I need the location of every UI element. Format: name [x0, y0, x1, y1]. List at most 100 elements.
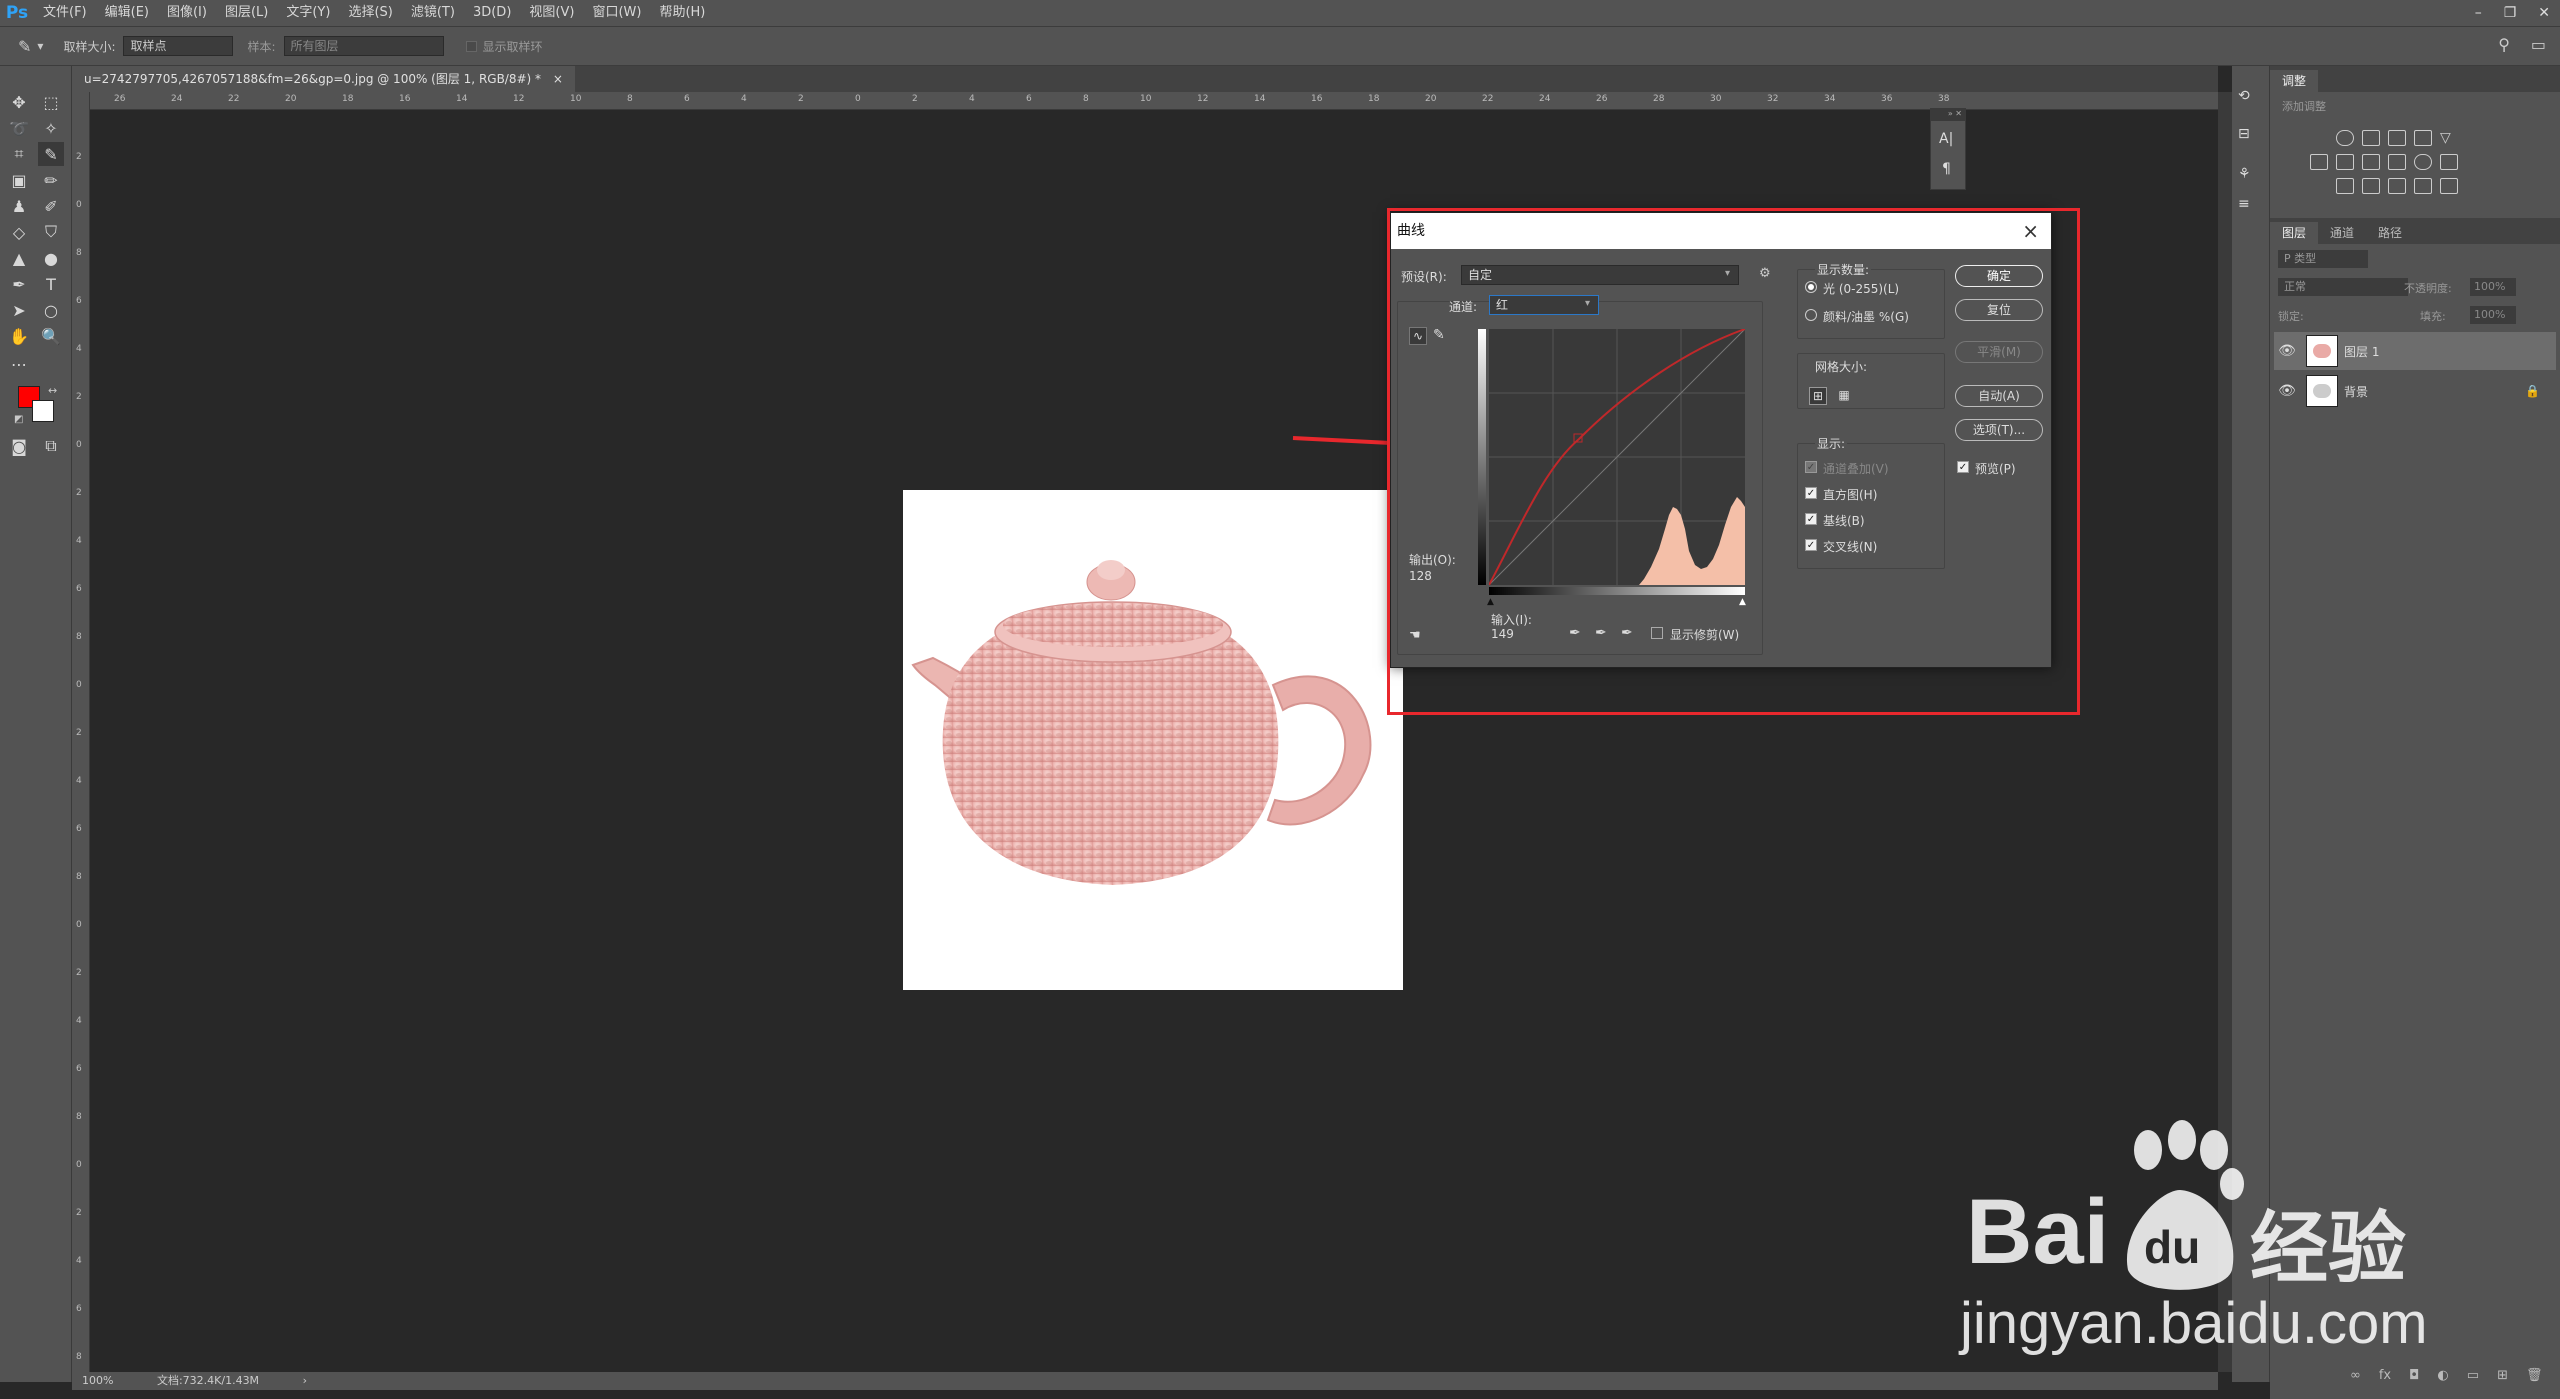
brush-tool-icon[interactable]: ✏: [38, 168, 64, 192]
menu-3d[interactable]: 3D(D): [464, 0, 520, 26]
properties-panel-icon[interactable]: ⊟: [2238, 126, 2250, 142]
hue-saturation-icon[interactable]: [2310, 154, 2328, 170]
paint-bucket-icon[interactable]: ⛉: [38, 220, 64, 244]
photo-filter-icon[interactable]: [2388, 154, 2406, 170]
visibility-eye-icon[interactable]: 👁: [2274, 383, 2300, 399]
default-colors-icon[interactable]: ◩: [14, 414, 23, 425]
layer-style-icon[interactable]: fx: [2379, 1368, 2391, 1383]
posterize-icon[interactable]: [2362, 178, 2380, 194]
layer-row[interactable]: 👁 背景 🔒: [2274, 372, 2556, 410]
tab-paths[interactable]: 路径: [2366, 222, 2414, 244]
vibrance-icon[interactable]: ▽: [2440, 130, 2458, 146]
character-icon[interactable]: A|: [1939, 131, 1953, 147]
brush-panel-icon[interactable]: ⚘: [2238, 166, 2251, 182]
hand-tool-icon[interactable]: ✋: [6, 324, 32, 348]
more-tools-icon[interactable]: ⋯: [6, 352, 32, 376]
new-adjustment-icon[interactable]: ◐: [2437, 1368, 2448, 1383]
layer-name: 图层 1: [2344, 344, 2380, 359]
close-icon[interactable]: ✕: [2538, 5, 2550, 21]
ruler-tick-label: 12: [1197, 94, 1209, 104]
layer-row[interactable]: 👁 图层 1: [2274, 332, 2556, 370]
marquee-tool-icon[interactable]: ⬚: [38, 90, 64, 114]
black-white-icon[interactable]: [2362, 154, 2380, 170]
menu-layer[interactable]: 图层(L): [216, 0, 277, 26]
crop-tool-icon[interactable]: ⌗: [6, 142, 32, 166]
document-canvas[interactable]: [903, 490, 1403, 990]
curves-icon[interactable]: [2388, 130, 2406, 146]
paragraph-icon[interactable]: ¶: [1942, 161, 1951, 177]
selective-color-icon[interactable]: [2414, 178, 2432, 194]
layer-mask-icon[interactable]: ◘: [2409, 1368, 2419, 1383]
stamp-tool-icon[interactable]: ♟: [6, 194, 32, 218]
eyedropper-tool-icon[interactable]: ✎: [38, 142, 64, 166]
panel-collapse-icon[interactable]: » ✕: [1931, 109, 1965, 121]
history-brush-icon[interactable]: ✐: [38, 194, 64, 218]
menu-help[interactable]: 帮助(H): [650, 0, 714, 26]
minimize-icon[interactable]: –: [2475, 5, 2482, 21]
exposure-icon[interactable]: [2414, 130, 2432, 146]
sample-select[interactable]: 所有图层: [283, 36, 444, 56]
menu-image[interactable]: 图像(I): [158, 0, 216, 26]
menu-select[interactable]: 选择(S): [339, 0, 401, 26]
adjustments-panel-icon[interactable]: ≡: [2238, 196, 2250, 212]
background-color-swatch[interactable]: [32, 400, 54, 422]
lasso-tool-icon[interactable]: ➰: [6, 116, 32, 140]
menu-file[interactable]: 文件(F): [34, 0, 96, 26]
dodge-tool-icon[interactable]: ●: [38, 246, 64, 270]
tab-adjustments[interactable]: 调整: [2270, 70, 2319, 92]
type-tool-icon[interactable]: T: [38, 272, 64, 296]
sample-size-select[interactable]: 取样点: [123, 36, 234, 56]
eyedropper-tool-icon[interactable]: ✎: [18, 37, 31, 56]
opacity-value[interactable]: 100%: [2470, 278, 2516, 296]
document-tab-close-icon[interactable]: ×: [553, 72, 563, 86]
search-icon[interactable]: ⚲: [2498, 35, 2510, 54]
restore-icon[interactable]: ❐: [2504, 5, 2517, 21]
shape-tool-icon[interactable]: ○: [38, 298, 64, 322]
pen-tool-icon[interactable]: ✒: [6, 272, 32, 296]
color-lookup-icon[interactable]: [2440, 154, 2458, 170]
healing-tool-icon[interactable]: ▣: [6, 168, 32, 192]
ruler-tick-label: 18: [342, 94, 354, 104]
menu-type[interactable]: 文字(Y): [277, 0, 339, 26]
color-balance-icon[interactable]: [2336, 154, 2354, 170]
menu-filter[interactable]: 滤镜(T): [402, 0, 464, 26]
new-group-icon[interactable]: ▭: [2467, 1368, 2479, 1383]
path-selection-icon[interactable]: ➤: [6, 298, 32, 322]
zoom-level[interactable]: 100%: [82, 1374, 113, 1387]
invert-icon[interactable]: [2336, 178, 2354, 194]
history-panel-icon[interactable]: ⟲: [2238, 88, 2250, 104]
move-tool-icon[interactable]: ✥: [6, 90, 32, 114]
lock-icon: 🔒: [2525, 384, 2540, 398]
layer-kind-filter[interactable]: P 类型: [2278, 250, 2368, 268]
magic-wand-tool-icon[interactable]: ✧: [38, 116, 64, 140]
status-menu-chevron-icon[interactable]: ›: [303, 1374, 307, 1387]
delete-layer-icon[interactable]: 🗑: [2526, 1368, 2543, 1383]
visibility-eye-icon[interactable]: 👁: [2274, 343, 2300, 359]
fill-value[interactable]: 100%: [2470, 306, 2516, 324]
tab-channels[interactable]: 通道: [2318, 222, 2366, 244]
swap-colors-icon[interactable]: ↔: [48, 384, 57, 397]
link-layers-icon[interactable]: ∞: [2350, 1368, 2361, 1383]
levels-icon[interactable]: [2362, 130, 2380, 146]
horizontal-ruler: 26 24 22 20 18 16 14 12 10 8 6 4 2 0 2 4 6 8 10 12 14 16 18 20 2…: [90, 92, 2218, 110]
menu-edit[interactable]: 编辑(E): [96, 0, 158, 26]
blur-tool-icon[interactable]: ▲: [6, 246, 32, 270]
threshold-icon[interactable]: [2388, 178, 2406, 194]
channel-mixer-icon[interactable]: [2414, 154, 2432, 170]
menu-window[interactable]: 窗口(W): [583, 0, 650, 26]
document-tab[interactable]: u=2742797705,4267057188&fm=26&gp=0.jpg @…: [72, 66, 575, 92]
new-layer-icon[interactable]: ⊞: [2497, 1368, 2508, 1383]
ruler-tick-label: 28: [1653, 94, 1665, 104]
screen-mode-icon[interactable]: ⧉: [38, 434, 64, 458]
show-ring-checkbox[interactable]: [465, 40, 477, 52]
menu-view[interactable]: 视图(V): [520, 0, 583, 26]
brightness-icon[interactable]: [2336, 130, 2354, 146]
tab-layers[interactable]: 图层: [2270, 222, 2319, 244]
zoom-tool-icon[interactable]: 🔍: [38, 324, 64, 348]
tool-preset-chevron-icon[interactable]: ▾: [37, 39, 43, 53]
blend-mode-select[interactable]: 正常: [2278, 278, 2408, 296]
gradient-map-icon[interactable]: [2440, 178, 2458, 194]
eraser-tool-icon[interactable]: ◇: [6, 220, 32, 244]
workspace-icon[interactable]: ▭: [2531, 35, 2546, 54]
quick-mask-icon[interactable]: ◙: [6, 434, 32, 458]
